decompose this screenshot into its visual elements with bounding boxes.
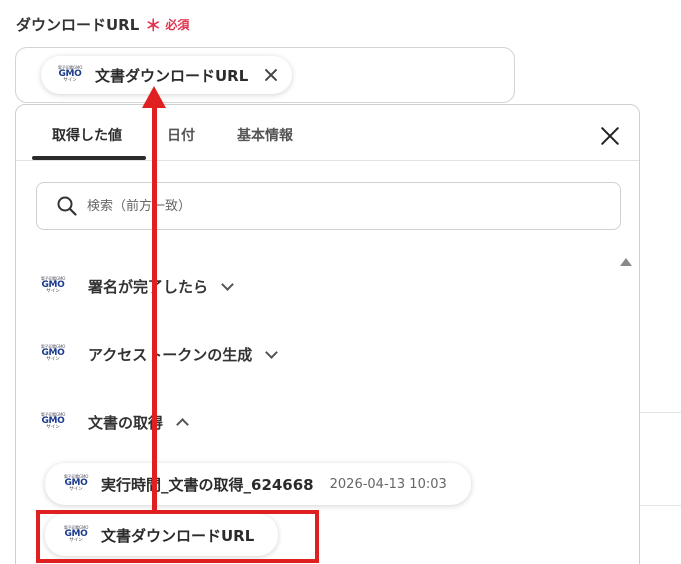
- tab-date[interactable]: 日付: [167, 125, 195, 145]
- active-tab-indicator: [32, 156, 146, 160]
- tab-retrieved-values[interactable]: 取得した値: [52, 125, 122, 145]
- field-label-text: ダウンロードURL: [16, 15, 140, 34]
- value-chip-label: 文書ダウンロードURL: [101, 526, 255, 545]
- logo-line3: サイン: [46, 289, 60, 295]
- selected-chip-label: 文書ダウンロードURL: [95, 66, 249, 85]
- background-divider: [640, 505, 681, 506]
- logo-line3: サイン: [69, 487, 83, 493]
- logo-line3: サイン: [69, 538, 83, 544]
- chevron-up-icon[interactable]: [177, 417, 187, 427]
- group-label: 署名が完了したら: [88, 277, 209, 296]
- screen: ダウンロードURL ＊ 必須 電子印鑑GMO GMO サイン 文書ダウンロードU…: [0, 0, 681, 564]
- logo-line3: サイン: [46, 425, 60, 431]
- gmo-sign-logo-icon: 電子印鑑GMO GMO サイン: [61, 473, 91, 495]
- annotation-arrow-head: [142, 86, 166, 108]
- value-chip-download-url[interactable]: 電子印鑑GMO GMO サイン 文書ダウンロードURL: [45, 514, 279, 556]
- value-chip-date: 2026-04-13 10:03: [329, 476, 447, 492]
- search-box[interactable]: [36, 182, 621, 230]
- value-chip-label: 実行時間_文書の取得_624668: [101, 475, 314, 494]
- field-label: ダウンロードURL ＊ 必須: [16, 12, 189, 36]
- gmo-sign-logo-icon: 電子印鑑GMO GMO サイン: [55, 64, 85, 86]
- required-star: ＊: [145, 16, 162, 35]
- group-access-token[interactable]: 電子印鑑GMO GMO サイン アクセストークンの生成: [38, 343, 276, 365]
- tab-bar: 取得した値 日付 基本情報: [16, 105, 639, 161]
- selected-value-chip[interactable]: 電子印鑑GMO GMO サイン 文書ダウンロードURL: [41, 56, 293, 94]
- annotation-arrow-shaft: [152, 100, 157, 512]
- logo-line3: サイン: [63, 78, 77, 84]
- tab-basic-info[interactable]: 基本情報: [237, 125, 293, 145]
- logo-line3: サイン: [46, 357, 60, 363]
- gmo-sign-logo-icon: 電子印鑑GMO GMO サイン: [61, 524, 91, 546]
- group-get-document[interactable]: 電子印鑑GMO GMO サイン 文書の取得: [38, 411, 187, 433]
- scroll-up-arrow-icon[interactable]: [620, 258, 632, 266]
- remove-chip-icon[interactable]: [262, 66, 280, 84]
- gmo-sign-logo-icon: 電子印鑑GMO GMO サイン: [38, 343, 68, 365]
- value-chip-execution-time[interactable]: 電子印鑑GMO GMO サイン 実行時間_文書の取得_624668 2026-0…: [45, 463, 471, 505]
- gmo-sign-logo-icon: 電子印鑑GMO GMO サイン: [38, 275, 68, 297]
- required-text: 必須: [165, 17, 190, 32]
- gmo-sign-logo-icon: 電子印鑑GMO GMO サイン: [38, 411, 68, 433]
- search-icon: [57, 196, 77, 216]
- chevron-down-icon[interactable]: [266, 349, 276, 359]
- group-label: アクセストークンの生成: [88, 345, 253, 364]
- search-input[interactable]: [87, 198, 567, 214]
- group-signing-completed[interactable]: 電子印鑑GMO GMO サイン 署名が完了したら: [38, 275, 232, 297]
- chevron-down-icon[interactable]: [222, 281, 232, 291]
- close-icon[interactable]: [599, 125, 621, 147]
- background-divider: [640, 412, 681, 413]
